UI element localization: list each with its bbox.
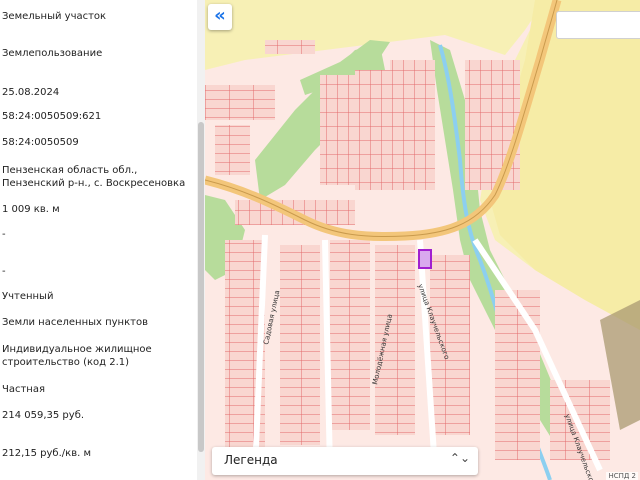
parcel-block-10 <box>330 240 370 430</box>
parcel-block-4 <box>465 60 520 190</box>
collapse-panel-button[interactable]: « <box>208 4 232 30</box>
info-cadastral-quarter[interactable]: 58:24:0050509 <box>2 136 79 149</box>
parcel-block-3 <box>390 60 435 190</box>
info-area: 1 009 кв. м <box>2 204 60 215</box>
info-empty-1: - <box>2 229 6 240</box>
map-attribution: НСПД 2 <box>606 472 638 480</box>
info-object-type: Земельный участок <box>2 11 107 22</box>
info-date: 25.08.2024 <box>2 87 60 98</box>
info-status: Учтенный <box>2 291 54 302</box>
map-view[interactable]: Садовая улица Молодёжная улица улица Кла… <box>205 0 640 480</box>
scrollbar-thumb[interactable] <box>198 122 204 452</box>
parcel-block-5 <box>205 85 275 120</box>
legend-label: Легенда <box>224 453 278 467</box>
info-kind: Землепользование <box>2 48 103 59</box>
info-address-line-2: Пензенский р-н., с. Воскресеновка <box>2 178 186 189</box>
info-ownership: Частная <box>2 384 45 395</box>
parcel-block-13 <box>495 290 540 460</box>
parcel-block-12 <box>430 255 470 435</box>
info-permitted-use-line-1: Индивидуальное жилищное <box>2 344 152 355</box>
panel-scrollbar[interactable] <box>197 0 205 480</box>
info-address-line-1: Пензенская область обл., <box>2 165 138 176</box>
parcel-block-7 <box>265 40 315 54</box>
legend-dropdown[interactable]: Легенда ⌃⌄ <box>212 447 478 475</box>
chevron-updown-icon: ⌃⌄ <box>449 451 470 465</box>
info-cadastral-value: 214 059,35 руб. <box>2 410 85 421</box>
info-unit-value: 212,15 руб./кв. м <box>2 448 91 459</box>
selected-parcel <box>418 249 432 269</box>
parcel-block-1 <box>320 75 355 185</box>
cadastral-map[interactable]: Садовая улица Молодёжная улица улица Кла… <box>205 0 640 480</box>
parcel-info-panel: Земельный участок Землепользование 25.08… <box>0 0 197 480</box>
search-input[interactable] <box>556 11 640 39</box>
info-land-category: Земли населенных пунктов <box>2 317 148 328</box>
parcel-block-6 <box>215 125 250 175</box>
info-cadastral-number[interactable]: 58:24:0050509:621 <box>2 110 101 123</box>
info-empty-2: - <box>2 266 6 277</box>
parcel-block-9 <box>280 245 320 445</box>
info-permitted-use-line-2: строительство (код 2.1) <box>2 357 130 368</box>
